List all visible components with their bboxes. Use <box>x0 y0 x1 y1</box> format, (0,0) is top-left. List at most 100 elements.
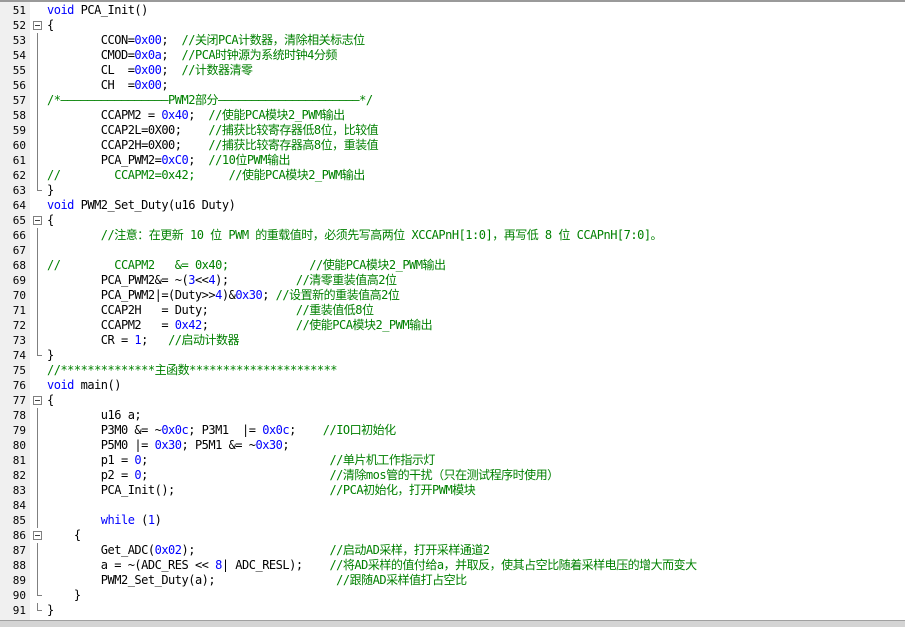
fold-guide-line <box>33 318 42 333</box>
code-line[interactable]: 56 CH =0x00; <box>0 78 905 93</box>
code-comment: //跟随AD采样值打占空比 <box>336 573 467 587</box>
code-line[interactable]: 62 // CCAPM2=0x42; //使能PCA模块2_PWM输出 <box>0 168 905 183</box>
code-line[interactable]: 61 PCA_PWM2=0xC0; //10位PWM输出 <box>0 153 905 168</box>
code-line[interactable]: 52 { <box>0 18 905 33</box>
code-line[interactable]: 67 <box>0 243 905 258</box>
code-comment: //重装值低8位 <box>295 303 374 317</box>
code-token: PWM2_Set_Duty(a); <box>47 573 337 587</box>
fold-guide-line <box>33 288 42 303</box>
code-line[interactable]: 60 CCAP2H=0X00; //捕获比较寄存器高8位，重装值 <box>0 138 905 153</box>
code-token: CH = <box>47 78 135 92</box>
code-lines: 51 void PCA_Init() 52{53 CCON=0x00; //关闭PC… <box>0 3 905 618</box>
code-token: PWM2_Set_Duty(u16 Duty) <box>73 198 236 212</box>
line-number: 68 <box>12 259 26 272</box>
fold-collapse-icon[interactable] <box>33 393 42 408</box>
code-line[interactable]: 51 void PCA_Init() <box>0 3 905 18</box>
code-line[interactable]: 88 a = ~(ADC_RES << 8| ADC_RESL); //将AD采… <box>0 558 905 573</box>
code-text: { <box>47 393 54 408</box>
code-line[interactable]: 86 { <box>0 528 905 543</box>
code-line[interactable]: 84 <box>0 498 905 513</box>
code-line[interactable]: 90 } <box>0 588 905 603</box>
code-line[interactable]: 87 Get_ADC(0x02); //启动AD采样，打开采样通道2 <box>0 543 905 558</box>
code-text: p1 = 0; //单片机工作指示灯 <box>47 453 436 468</box>
code-line[interactable]: 83 PCA_Init(); //PCA初始化，打开PWM模块 <box>0 483 905 498</box>
fold-guide-line <box>33 603 42 618</box>
code-token: } <box>47 603 54 617</box>
line-number: 85 <box>12 514 26 527</box>
code-line[interactable]: 64 void PWM2_Set_Duty(u16 Duty) <box>0 198 905 213</box>
code-text: //注意：在更新 10 位 PWM 的重载值时，必须先写高两位 XCCAPnH[… <box>47 228 663 243</box>
code-text: while (1) <box>47 513 162 528</box>
code-line[interactable]: 79 P3M0 &= ~0x0c; P3M1 |= 0x0c; //IO口初始化 <box>0 423 905 438</box>
fold-guide-line <box>33 108 42 123</box>
code-line[interactable]: 68 // CCAPM2 &= 0x40; //使能PCA模块2_PWM输出 <box>0 258 905 273</box>
code-number: 0x02 <box>154 543 182 557</box>
line-number: 53 <box>12 34 26 47</box>
fold-collapse-icon[interactable] <box>33 213 42 228</box>
code-line[interactable]: 69 PCA_PWM2&= ~(3<<4); //清零重装值高2位 <box>0 273 905 288</box>
code-line[interactable]: 78 u16 a; <box>0 408 905 423</box>
code-text: // CCAPM2=0x42; //使能PCA模块2_PWM输出 <box>47 168 365 183</box>
code-text: P5M0 |= 0x30; P5M1 &= ~0x30; <box>47 438 290 453</box>
code-line[interactable]: 65 { <box>0 213 905 228</box>
code-token: { <box>47 393 54 407</box>
code-line[interactable]: 76 void main() <box>0 378 905 393</box>
code-token: ; <box>161 33 182 47</box>
code-token: p1 = <box>47 453 135 467</box>
code-comment: //使能PCA模块2_PWM输出 <box>295 318 433 332</box>
code-line[interactable]: 81 p1 = 0; //单片机工作指示灯 <box>0 453 905 468</box>
code-comment: //计数器清零 <box>181 63 253 77</box>
code-line[interactable]: 91} <box>0 603 905 618</box>
code-token: CCAP2H=0X00; <box>47 138 209 152</box>
code-token: ) <box>154 513 162 527</box>
fold-guide-line <box>33 348 42 363</box>
fold-guide-line <box>33 93 42 108</box>
code-line[interactable]: 73 CR = 1; //启动计数器 <box>0 333 905 348</box>
code-number: 4 <box>215 288 222 302</box>
code-text: Get_ADC(0x02); //启动AD采样，打开采样通道2 <box>47 543 490 558</box>
code-number: 0x30 <box>255 438 283 452</box>
code-line[interactable]: 89 PWM2_Set_Duty(a); //跟随AD采样值打占空比 <box>0 573 905 588</box>
code-line[interactable]: 82 p2 = 0; //清除mos管的干扰（只在测试程序时使用） <box>0 468 905 483</box>
code-comment: //IO口初始化 <box>322 423 396 437</box>
code-line[interactable]: 66 //注意：在更新 10 位 PWM 的重载值时，必须先写高两位 XCCAP… <box>0 228 905 243</box>
code-number: 0x42 <box>174 318 202 332</box>
code-line[interactable]: 54 CMOD=0x0a; //PCA时钟源为系统时钟4分频 <box>0 48 905 63</box>
code-line[interactable]: 70 PCA_PWM2|=(Duty>>4)&0x30; //设置新的重装值高2… <box>0 288 905 303</box>
code-line[interactable]: 71 CCAP2H = Duty; //重装值低8位 <box>0 303 905 318</box>
code-line[interactable]: 59 CCAP2L=0X00; //捕获比较寄存器低8位，比较值 <box>0 123 905 138</box>
code-line[interactable]: 85 while (1) <box>0 513 905 528</box>
fold-collapse-icon[interactable] <box>33 528 42 543</box>
code-token: PCA_PWM2|=(Duty>> <box>47 288 216 302</box>
code-number: 0x0c <box>262 423 290 437</box>
code-line[interactable]: 77 { <box>0 393 905 408</box>
code-line[interactable]: 74} <box>0 348 905 363</box>
code-token: ; P5M1 &= ~ <box>181 438 256 452</box>
code-comment: //**************主函数*********************… <box>47 363 338 377</box>
code-line[interactable]: 58 CCAPM2 = 0x40; //使能PCA模块2_PWM输出 <box>0 108 905 123</box>
horizontal-scrollbar[interactable] <box>0 620 905 627</box>
code-comment: //PCA时钟源为系统时钟4分频 <box>181 48 338 62</box>
code-token: ; <box>161 48 182 62</box>
code-text: { <box>47 213 54 228</box>
code-number: 3 <box>188 273 195 287</box>
code-line[interactable]: 57 /*————————————————PWM2部分——————————————… <box>0 93 905 108</box>
fold-guide-line <box>33 123 42 138</box>
code-line[interactable]: 72 CCAPM2 = 0x42; //使能PCA模块2_PWM输出 <box>0 318 905 333</box>
code-editor[interactable]: 51 void PCA_Init() 52{53 CCON=0x00; //关闭PC… <box>0 0 905 627</box>
code-number: 0x00 <box>134 78 162 92</box>
fold-collapse-icon[interactable] <box>33 18 42 33</box>
code-line[interactable]: 53 CCON=0x00; //关闭PCA计数器，清除相关标志位 <box>0 33 905 48</box>
code-token: CCON= <box>47 33 135 47</box>
code-line[interactable]: 80 P5M0 |= 0x30; P5M1 &= ~0x30; <box>0 438 905 453</box>
code-line[interactable]: 55 CL =0x00; //计数器清零 <box>0 63 905 78</box>
fold-guide-line <box>33 303 42 318</box>
code-line[interactable]: 63} <box>0 183 905 198</box>
code-text: CCON=0x00; //关闭PCA计数器，清除相关标志位 <box>47 33 365 48</box>
code-line[interactable]: 75 //**************主函数*******************… <box>0 363 905 378</box>
code-token: } <box>47 348 54 362</box>
code-comment: //单片机工作指示灯 <box>329 453 435 467</box>
fold-guide-line <box>33 243 42 258</box>
code-comment: //捕获比较寄存器低8位，比较值 <box>208 123 379 137</box>
line-number: 77 <box>12 394 26 407</box>
